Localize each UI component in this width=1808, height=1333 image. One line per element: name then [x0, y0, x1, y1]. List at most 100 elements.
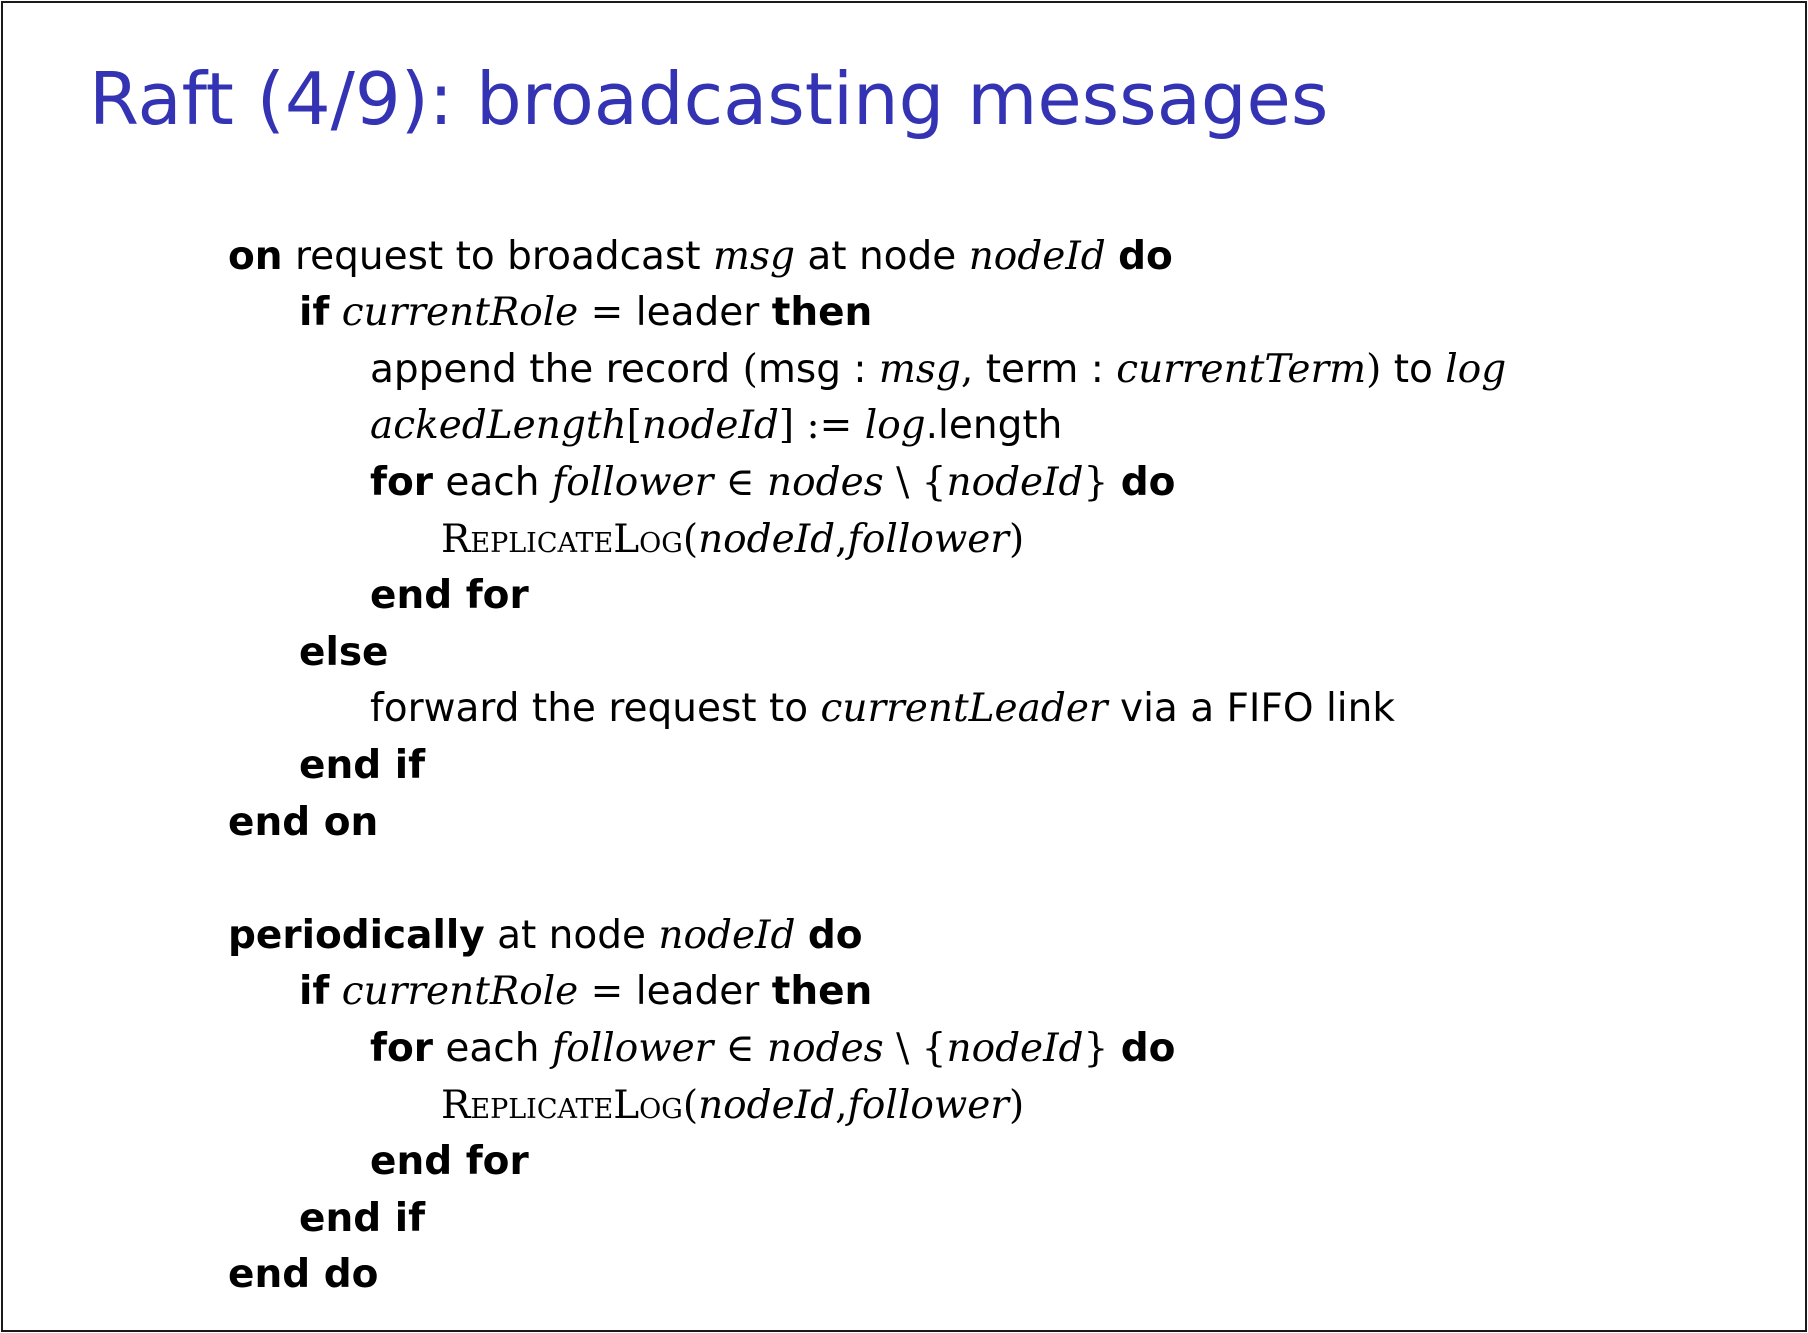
var-current-term: currentTerm — [1116, 347, 1367, 392]
keyword-for: for — [370, 460, 433, 505]
var-current-leader: currentLeader — [820, 686, 1108, 731]
algo-line-replicate-log-2: ReplicateLog(nodeId,follower) — [441, 1078, 1024, 1134]
keyword-end-on: end on — [228, 800, 379, 845]
algo-line-end-do: end do — [228, 1247, 378, 1303]
keyword-end-do: end do — [228, 1252, 379, 1297]
symbol-element-of: ∈ — [725, 460, 755, 505]
symbol-element-of: ∈ — [725, 1026, 755, 1071]
var-nodeid: nodeId — [698, 517, 836, 562]
symbol-comma: , — [835, 517, 848, 562]
symbol-equals: = — [590, 969, 624, 1014]
symbol-paren-close: ) — [1366, 347, 1382, 392]
var-current-role: currentRole — [341, 969, 579, 1014]
keyword-on: on — [228, 234, 283, 279]
var-msg: msg — [878, 347, 961, 392]
keyword-for: for — [370, 1026, 433, 1071]
text-each: each — [445, 1026, 540, 1071]
algo-line-end-for: end for — [370, 568, 529, 624]
algo-line-periodically: periodically at node nodeId do — [228, 908, 863, 964]
text-msg-key: msg — [757, 347, 841, 392]
symbol-set-minus: \ — [896, 460, 910, 505]
keyword-periodically: periodically — [228, 913, 485, 958]
text-fifo-link: via a FIFO link — [1119, 686, 1395, 731]
var-nodeid: nodeId — [698, 1083, 836, 1128]
text-leader: leader — [635, 969, 760, 1014]
text-forward-request: forward the request to — [370, 686, 809, 731]
keyword-if: if — [299, 290, 330, 335]
symbol-colon: : — [1090, 347, 1104, 392]
slide-title: Raft (4/9): broadcasting messages — [89, 57, 1329, 141]
text-each: each — [445, 460, 540, 505]
var-nodeid: nodeId — [946, 460, 1084, 505]
algo-line-end-if: end if — [299, 738, 425, 794]
keyword-end-if: end if — [299, 743, 426, 788]
keyword-do: do — [1120, 1026, 1176, 1071]
algo-line-replicate-log: ReplicateLog(nodeId,follower) — [441, 512, 1024, 568]
var-log: log — [1445, 347, 1507, 392]
keyword-end-if: end if — [299, 1196, 426, 1241]
symbol-comma: , — [960, 347, 974, 392]
symbol-equals: = — [590, 290, 624, 335]
algo-line-for-each-follower-2: for each follower ∈ nodes \ {nodeId} do — [370, 1021, 1175, 1077]
symbol-comma: , — [835, 1083, 848, 1128]
symbol-brace-close: } — [1083, 460, 1109, 505]
symbol-bracket-close: ] — [778, 403, 795, 448]
text-request: request to broadcast — [294, 234, 701, 279]
text-append-record: append the record — [370, 347, 731, 392]
var-nodes: nodes — [767, 460, 884, 505]
var-msg: msg — [712, 234, 795, 279]
keyword-end-for: end for — [370, 1139, 529, 1184]
text-at-node: at node — [497, 913, 646, 958]
var-nodes: nodes — [767, 1026, 884, 1071]
var-acked-length: ackedLength — [370, 403, 627, 448]
symbol-paren-open: ( — [742, 347, 758, 392]
keyword-then: then — [771, 290, 873, 335]
symbol-colon: : — [853, 347, 867, 392]
symbol-assign: := — [806, 403, 853, 448]
var-nodeid: nodeId — [946, 1026, 1084, 1071]
var-current-role: currentRole — [341, 290, 579, 335]
symbol-set-minus: \ — [896, 1026, 910, 1071]
keyword-do: do — [1120, 460, 1176, 505]
keyword-do: do — [807, 913, 863, 958]
var-log: log — [864, 403, 926, 448]
algo-line-else: else — [299, 625, 388, 681]
symbol-brace-close: } — [1083, 1026, 1109, 1071]
text-leader: leader — [635, 290, 760, 335]
text-to: to — [1393, 347, 1433, 392]
var-nodeid: nodeId — [968, 234, 1106, 279]
symbol-paren-open: ( — [682, 517, 699, 562]
algo-line-forward-request: forward the request to currentLeader via… — [370, 681, 1395, 737]
keyword-if: if — [299, 969, 330, 1014]
algo-line-if-leader: if currentRole = leader then — [299, 285, 872, 341]
algo-line-end-for-2: end for — [370, 1134, 529, 1190]
text-length: .length — [925, 403, 1063, 448]
var-follower: follower — [551, 1026, 714, 1071]
var-follower: follower — [847, 1083, 1009, 1128]
algo-line-acked-length: ackedLength[nodeId] := log.length — [370, 398, 1062, 454]
text-term-key: term — [985, 347, 1079, 392]
symbol-paren-close: ) — [1008, 517, 1025, 562]
var-nodeid: nodeId — [641, 403, 779, 448]
slide: Raft (4/9): broadcasting messages on req… — [1, 1, 1807, 1332]
algo-line-end-on: end on — [228, 795, 378, 851]
algo-line-on-request: on request to broadcast msg at node node… — [228, 229, 1173, 285]
symbol-paren-open: ( — [682, 1083, 699, 1128]
function-replicate-log: ReplicateLog — [441, 1083, 683, 1128]
symbol-brace-open: { — [921, 1026, 947, 1071]
function-replicate-log: ReplicateLog — [441, 517, 683, 562]
algo-line-end-if-2: end if — [299, 1191, 425, 1247]
keyword-else: else — [299, 630, 389, 675]
text-at-node: at node — [807, 234, 957, 279]
keyword-end-for: end for — [370, 573, 529, 618]
var-follower: follower — [847, 517, 1009, 562]
var-nodeid: nodeId — [658, 913, 796, 958]
algo-line-for-each-follower: for each follower ∈ nodes \ {nodeId} do — [370, 455, 1175, 511]
symbol-paren-close: ) — [1008, 1083, 1025, 1128]
keyword-then: then — [771, 969, 873, 1014]
symbol-brace-open: { — [921, 460, 947, 505]
algo-line-append-record: append the record (msg : msg, term : cur… — [370, 342, 1506, 398]
symbol-bracket-open: [ — [626, 403, 642, 448]
algo-line-if-leader-2: if currentRole = leader then — [299, 964, 872, 1020]
var-follower: follower — [551, 460, 714, 505]
